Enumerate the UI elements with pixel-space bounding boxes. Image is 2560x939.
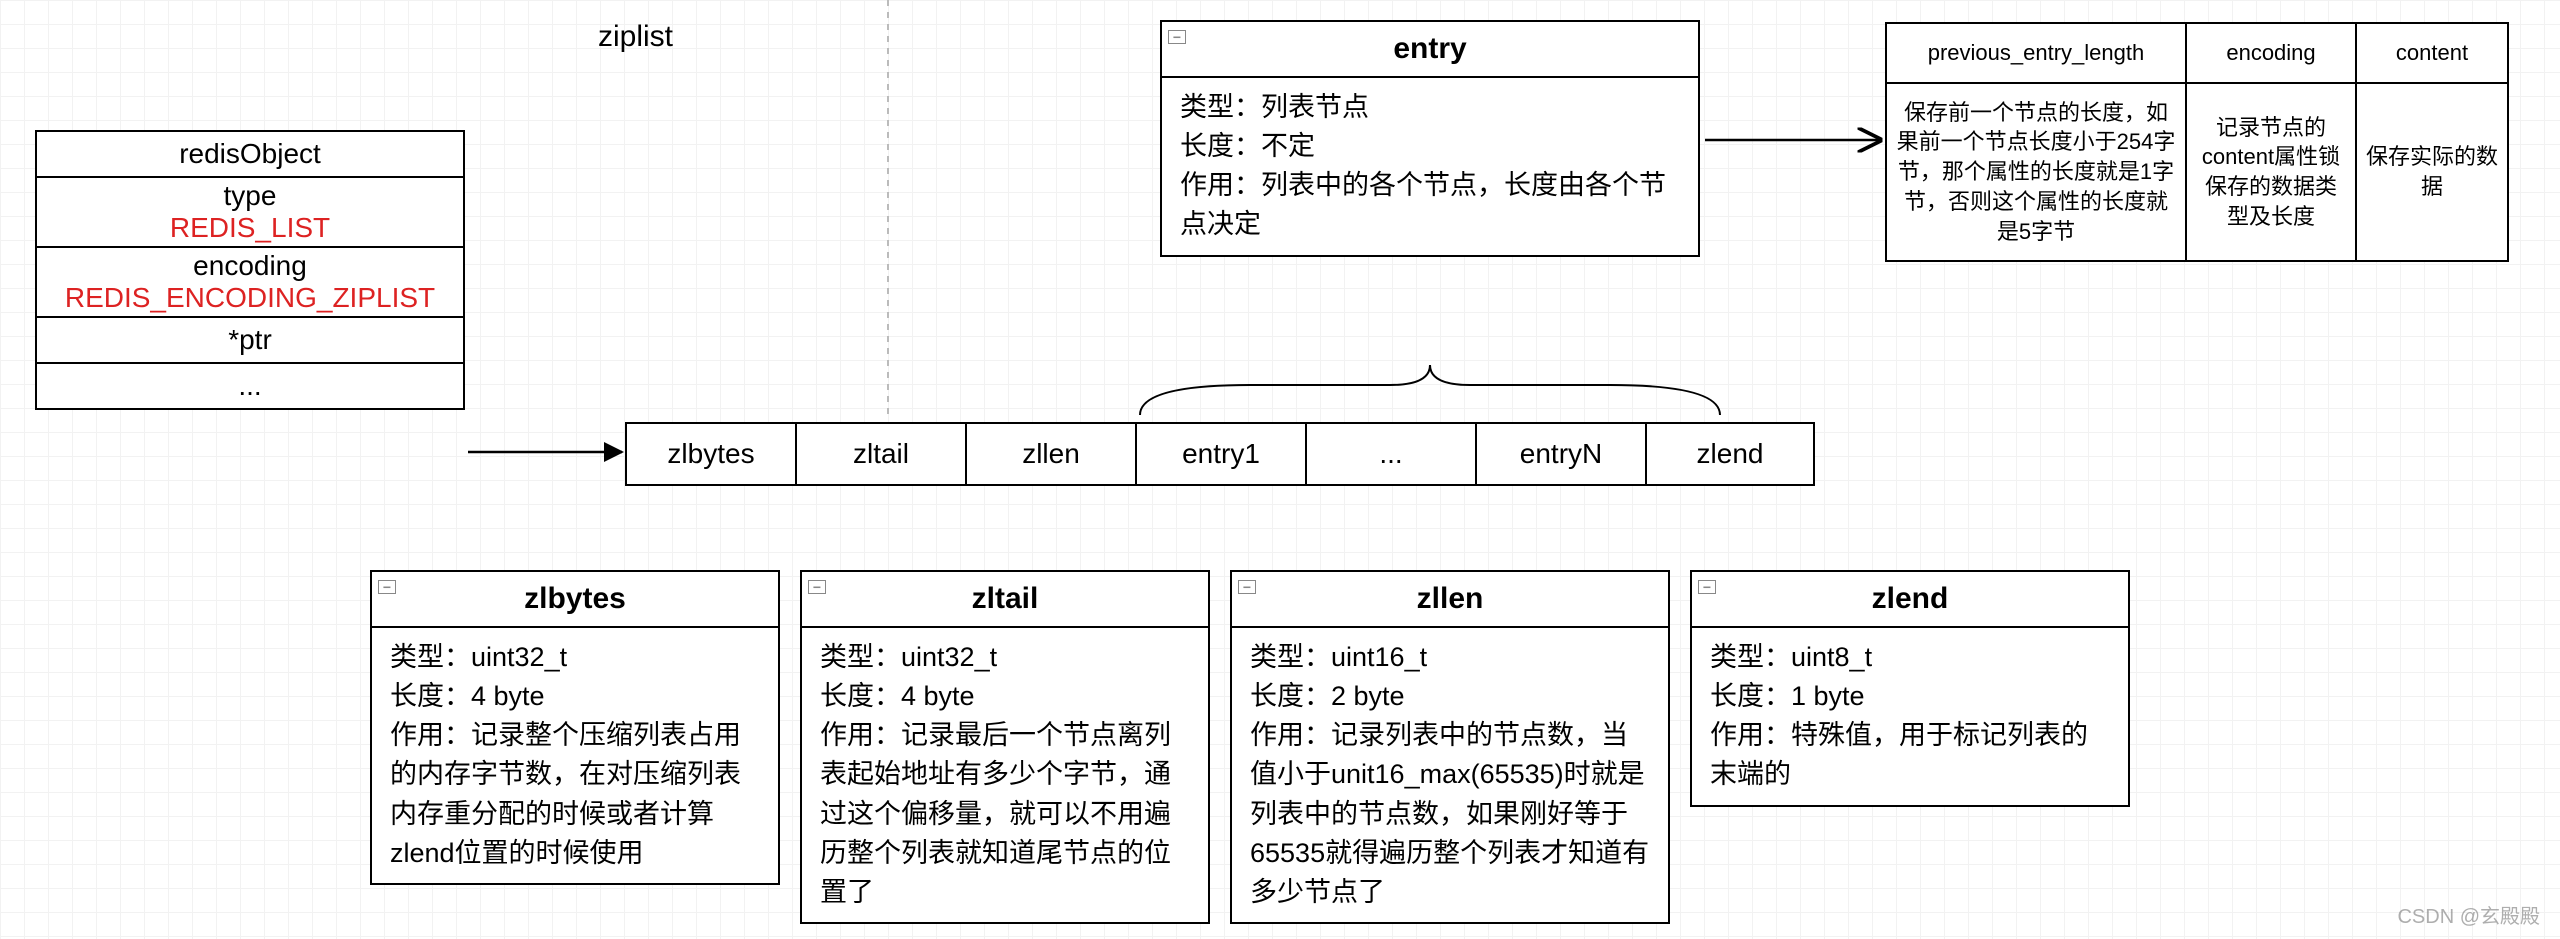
entry-box: − entry 类型：列表节点 长度：不定 作用：列表中的各个节点，长度由各个节点… xyxy=(1160,20,1700,257)
zl-cell-entryn: entryN xyxy=(1475,422,1645,486)
entry-col1-header: encoding xyxy=(2187,24,2355,84)
entry-col0-header: previous_entry_length xyxy=(1887,24,2185,84)
redis-ptr-label: *ptr xyxy=(37,318,463,364)
collapse-icon: − xyxy=(378,580,396,594)
detail-zlend-title: zlend xyxy=(1872,582,1949,615)
collapse-icon: − xyxy=(1168,30,1186,44)
zl-cell-entry1: entry1 xyxy=(1135,422,1305,486)
diagram-title: ziplist xyxy=(598,20,673,54)
entry-breakdown-table: previous_entry_length 保存前一个节点的长度，如果前一个节点… xyxy=(1885,22,2509,262)
detail-zltail-title: zltail xyxy=(972,582,1039,615)
detail-zlbytes: − zlbytes 类型：uint32_t 长度：4 byte 作用：记录整个压缩… xyxy=(370,570,780,885)
redis-type-label: type xyxy=(41,180,459,212)
collapse-icon: − xyxy=(1698,580,1716,594)
entry-box-body: 类型：列表节点 长度：不定 作用：列表中的各个节点，长度由各个节点决定 xyxy=(1162,78,1698,255)
zl-cell-dots: ... xyxy=(1305,422,1475,486)
zl-cell-zltail: zltail xyxy=(795,422,965,486)
entry-col1-body: 记录节点的content属性锁保存的数据类型及长度 xyxy=(2187,84,2355,260)
detail-zlbytes-title: zlbytes xyxy=(524,582,626,615)
detail-zlend-body: 类型：uint8_t 长度：1 byte 作用：特殊值，用于标记列表的末端的 xyxy=(1692,628,2128,805)
zl-cell-zllen: zllen xyxy=(965,422,1135,486)
detail-zllen-title: zllen xyxy=(1417,582,1484,615)
watermark: CSDN @玄殿殿 xyxy=(2397,900,2540,929)
detail-zltail-body: 类型：uint32_t 长度：4 byte 作用：记录最后一个节点离列表起始地址… xyxy=(802,628,1208,922)
ziplist-row: zlbytes zltail zllen entry1 ... entryN z… xyxy=(625,422,1815,486)
zl-cell-zlend: zlend xyxy=(1645,422,1815,486)
redis-header: redisObject xyxy=(37,132,463,178)
redis-encoding-label: encoding xyxy=(41,250,459,282)
redis-dots: ... xyxy=(37,364,463,408)
detail-zlend: − zlend 类型：uint8_t 长度：1 byte 作用：特殊值，用于标记列… xyxy=(1690,570,2130,807)
collapse-icon: − xyxy=(808,580,826,594)
detail-zllen: − zllen 类型：uint16_t 长度：2 byte 作用：记录列表中的节点… xyxy=(1230,570,1670,924)
redis-encoding-value: REDIS_ENCODING_ZIPLIST xyxy=(41,282,459,314)
entry-col0-body: 保存前一个节点的长度，如果前一个节点长度小于254字节，那个属性的长度就是1字节… xyxy=(1887,84,2185,260)
entry-col2-body: 保存实际的数据 xyxy=(2357,84,2507,260)
detail-zltail: − zltail 类型：uint32_t 长度：4 byte 作用：记录最后一个节… xyxy=(800,570,1210,924)
redis-type-value: REDIS_LIST xyxy=(41,212,459,244)
detail-zllen-body: 类型：uint16_t 长度：2 byte 作用：记录列表中的节点数，当值小于u… xyxy=(1232,628,1668,922)
entry-box-title: entry xyxy=(1393,32,1466,65)
redis-object-box: redisObject type REDIS_LIST encoding RED… xyxy=(35,130,465,410)
collapse-icon: − xyxy=(1238,580,1256,594)
zl-cell-zlbytes: zlbytes xyxy=(625,422,795,486)
detail-zlbytes-body: 类型：uint32_t 长度：4 byte 作用：记录整个压缩列表占用的内存字节… xyxy=(372,628,778,883)
entry-col2-header: content xyxy=(2357,24,2507,84)
